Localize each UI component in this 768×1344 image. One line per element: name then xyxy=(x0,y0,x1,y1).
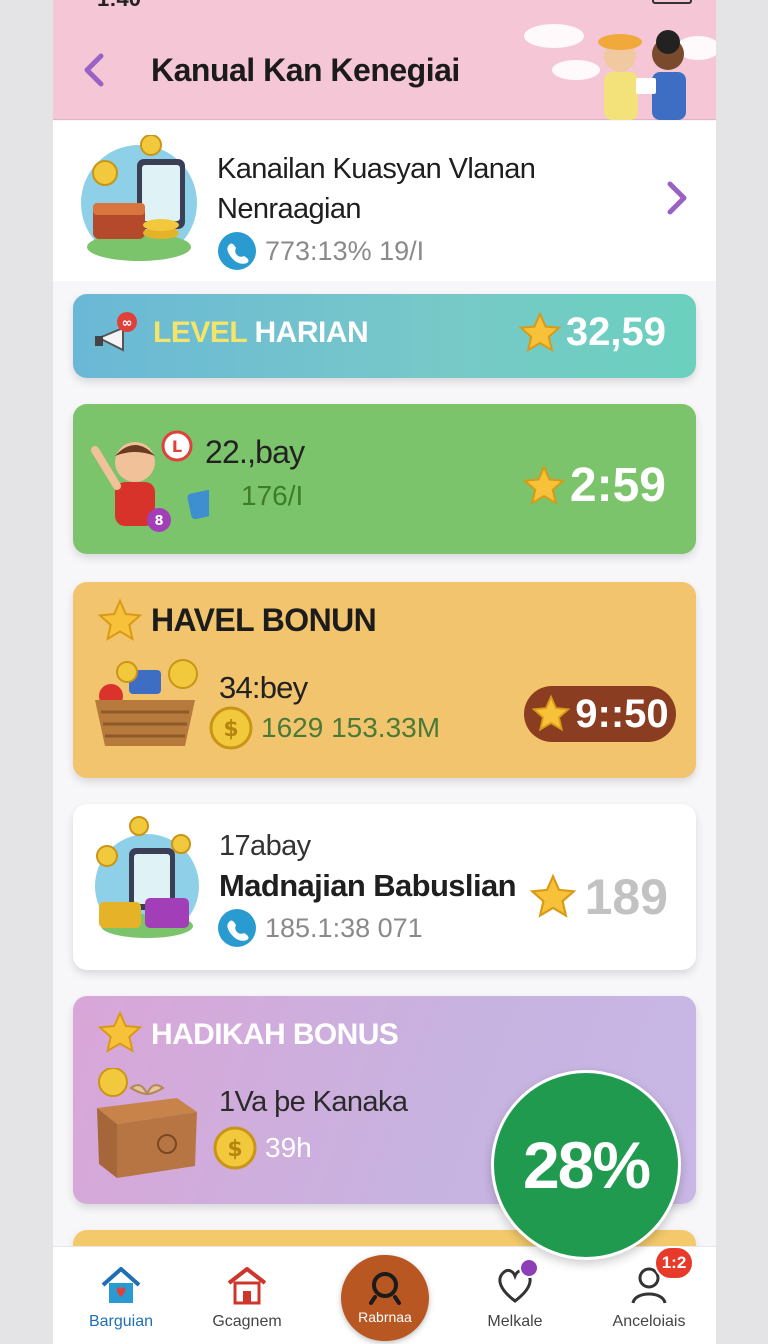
svg-text:∞: ∞ xyxy=(122,316,133,331)
savings-line0: 17abay xyxy=(219,830,311,862)
summary-title-line1: Kanailan Kuasyan Vlanan xyxy=(217,153,536,185)
home-icon xyxy=(101,1267,141,1303)
back-arrow-icon[interactable] xyxy=(77,48,113,92)
summary-subtitle: 773:13% 19/I xyxy=(265,235,425,266)
star-icon xyxy=(97,1010,143,1053)
phone-icon xyxy=(218,232,256,270)
havel-bonus-card[interactable]: HAVEL BONUN 34:bey $ 1629 153.33M 9::50 xyxy=(73,582,696,778)
tab-shop[interactable]: Gcagnem xyxy=(185,1247,305,1344)
star-icon xyxy=(531,694,571,732)
hadiah-bonus-line2: 39h xyxy=(265,1132,312,1163)
megaphone-icon: ∞ xyxy=(95,312,137,352)
savings-line2-row: 185.1:38 071 xyxy=(217,908,423,948)
chevron-right-icon[interactable] xyxy=(662,176,692,220)
summary-title-line2: Nenraagian xyxy=(217,193,362,225)
daily-reward-value-text: 2:59 xyxy=(569,459,666,512)
star-icon xyxy=(522,464,566,505)
tab-home[interactable]: Barguian xyxy=(59,1247,179,1344)
svg-text:$: $ xyxy=(227,1137,242,1162)
tab-favorites-label: Melkale xyxy=(487,1313,543,1330)
shop-icon xyxy=(227,1267,267,1305)
search-icon xyxy=(369,1272,401,1305)
star-icon xyxy=(529,873,576,918)
hadiah-bonus-line1: 1Va þe Kanaka xyxy=(219,1086,408,1118)
favorites-notification-dot xyxy=(519,1258,539,1278)
battery-icon xyxy=(652,0,692,4)
daily-reward-value: 2:59 xyxy=(522,458,666,513)
havel-bonus-line2-row: $ 1629 153.33M xyxy=(209,706,440,750)
savings-title: Madnajian Babuslian xyxy=(219,868,517,903)
wallet-illustration xyxy=(95,816,199,938)
tab-search-center-button[interactable]: Rabrnaa xyxy=(341,1255,429,1341)
svg-text:$: $ xyxy=(223,717,238,742)
status-time: 1:40 xyxy=(97,0,141,12)
tab-search-label: Rabrnaa xyxy=(358,1309,412,1325)
level-label-part1: LEVEL xyxy=(153,316,247,349)
tab-shop-label: Gcagnem xyxy=(212,1313,282,1330)
star-icon xyxy=(97,598,143,641)
savings-value-text: 189 xyxy=(584,869,668,925)
svg-text:L: L xyxy=(172,437,182,456)
page-title: Kanual Kan Kenegiai xyxy=(151,52,460,88)
level-value: 32,59 xyxy=(518,310,666,355)
tab-home-label: Barguian xyxy=(88,1313,154,1330)
character-illustration: L 8 xyxy=(91,430,209,532)
tab-favorites[interactable]: Melkale xyxy=(453,1247,573,1344)
tab-profile-label: Anceloiais xyxy=(612,1313,686,1330)
savings-value: 189 xyxy=(529,868,668,926)
header-illustration xyxy=(524,24,716,120)
summary-row[interactable]: Kanailan Kuasyan Vlanan Nenraagian 773:1… xyxy=(53,121,716,281)
gift-box-illustration xyxy=(97,1068,197,1178)
coin-icon: $ xyxy=(213,1126,257,1170)
daily-reward-line2: 176/I xyxy=(241,480,304,511)
savings-line2: 185.1:38 071 xyxy=(265,912,423,943)
coin-icon: $ xyxy=(209,706,253,750)
daily-reward-card[interactable]: L 8 22.,bay 176/I 2:59 xyxy=(73,404,696,554)
wallet-illustration xyxy=(81,135,197,261)
level-value-text: 32,59 xyxy=(565,310,666,354)
level-label-part2: HARIAN xyxy=(254,316,369,349)
havel-bonus-line2: 1629 153.33M xyxy=(261,712,441,743)
hadiah-bonus-heading: HADIKAH BONUS xyxy=(151,1018,399,1051)
svg-text:8: 8 xyxy=(154,514,163,529)
basket-illustration xyxy=(95,659,198,746)
havel-bonus-value-pill[interactable]: 9::50 xyxy=(524,686,676,742)
summary-title: Kanailan Kuasyan Vlanan Nenraagian xyxy=(217,149,577,229)
summary-subtitle-row: 773:13% 19/I xyxy=(217,231,424,271)
progress-percent-badge[interactable]: 28% xyxy=(491,1070,681,1260)
level-label: LEVEL HARIAN xyxy=(153,316,369,350)
savings-card[interactable]: 17abay Madnajian Babuslian 185.1:38 071 … xyxy=(73,804,696,970)
hadiah-bonus-line2-row: $ 39h xyxy=(213,1126,312,1170)
havel-bonus-line1: 34:bey xyxy=(219,670,308,705)
phone-icon xyxy=(218,909,256,947)
star-icon xyxy=(518,311,562,352)
bottom-tab-bar: Barguian Gcagnem Rabrnaa Melkale Anceloi… xyxy=(53,1246,716,1344)
havel-bonus-value: 9::50 xyxy=(575,691,669,736)
header: 1:40 Kanual Kan Kenegiai xyxy=(53,0,716,120)
daily-reward-line1: 22.,bay xyxy=(205,434,305,470)
havel-bonus-heading: HAVEL BONUN xyxy=(151,602,377,638)
level-harian-card[interactable]: ∞ LEVEL HARIAN 32,59 xyxy=(73,294,696,378)
notification-badge: 1:2 xyxy=(654,1246,694,1280)
